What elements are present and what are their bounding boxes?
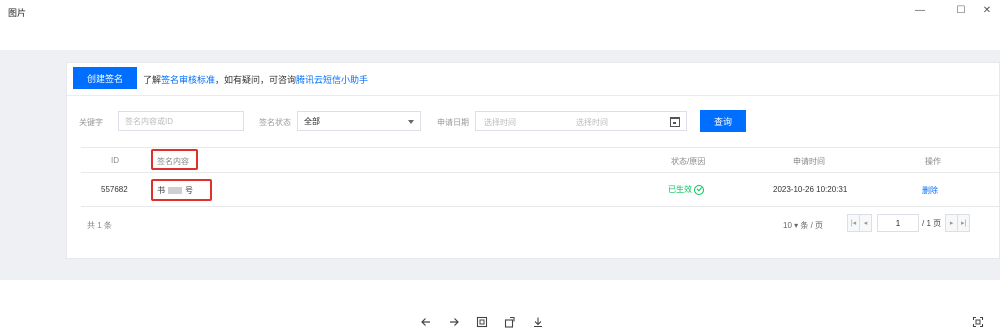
notice-text: 了解签名审核标准，如有疑问，可咨询腾讯云短信小助手 <box>143 73 368 86</box>
status-text: 已生效 <box>668 185 692 194</box>
header-id: ID <box>111 156 119 165</box>
review-standard-link[interactable]: 签名审核标准 <box>161 75 215 85</box>
last-page-icon[interactable]: ▸| <box>957 214 971 232</box>
row-id: 557682 <box>101 185 128 194</box>
fit-screen-icon[interactable] <box>474 314 490 330</box>
create-signature-button[interactable]: 创建签名 <box>73 67 137 89</box>
delete-link[interactable]: 删除 <box>922 185 938 196</box>
header-action: 操作 <box>925 157 941 166</box>
keyword-input[interactable]: 签名内容或ID <box>118 111 244 131</box>
minimize-icon[interactable]: — <box>909 2 931 18</box>
status-select[interactable]: 全部 <box>297 111 421 131</box>
header-status: 状态/原因 <box>671 157 706 166</box>
status-label: 签名状态 <box>259 118 291 127</box>
signature-panel: 创建签名 了解签名审核标准，如有疑问，可咨询腾讯云短信小助手 关键字 签名内容或… <box>66 62 1000 259</box>
notice-prefix: 了解 <box>143 75 162 85</box>
prev-page-icon[interactable]: ◂ <box>859 214 872 232</box>
sms-assistant-link[interactable]: 腾讯云短信小助手 <box>296 75 368 85</box>
maximize-icon[interactable]: ☐ <box>950 2 972 18</box>
table-header: ID 签名内容 状态/原因 申请时间 操作 <box>81 147 1000 173</box>
row-status: 已生效 <box>668 184 704 195</box>
total-count: 共 1 条 <box>87 221 112 230</box>
header-time: 申请时间 <box>793 157 825 166</box>
date-range-picker[interactable]: 选择时间 选择时间 <box>475 111 687 131</box>
end-date-input[interactable]: 选择时间 <box>576 117 608 128</box>
page-input[interactable]: 1 <box>877 214 919 232</box>
highlight-box-header <box>151 149 198 170</box>
status-select-value: 全部 <box>304 116 320 126</box>
arrow-left-icon[interactable] <box>418 314 434 330</box>
check-circle-icon <box>694 184 704 195</box>
date-label: 申请日期 <box>437 118 469 127</box>
pagination: |◂ ◂ 1 / 1 页 ▸ ▸| <box>847 214 971 232</box>
row-time: 2023-10-26 10:20:31 <box>773 185 848 194</box>
calendar-icon[interactable] <box>670 117 680 127</box>
title-bar: 图片 — ☐ ✕ <box>0 0 1000 22</box>
chevron-down-icon <box>408 120 414 124</box>
download-icon[interactable] <box>530 314 546 330</box>
start-date-input[interactable]: 选择时间 <box>484 117 516 128</box>
page-size-select[interactable]: 10 ▾ 条 / 页 <box>783 220 823 231</box>
page-total: / 1 页 <box>922 218 942 228</box>
notice-middle: ，如有疑问，可咨询 <box>215 75 297 85</box>
table-row: 557682 书号 已生效 2023-10-26 10:20:31 删除 <box>81 173 1000 207</box>
divider <box>67 95 1000 96</box>
query-button[interactable]: 查询 <box>700 110 746 132</box>
rotate-icon[interactable] <box>502 314 518 330</box>
close-icon[interactable]: ✕ <box>976 2 998 18</box>
viewer-toolbar <box>0 310 1000 334</box>
keyword-label: 关键字 <box>79 118 103 127</box>
arrow-right-icon[interactable] <box>446 314 462 330</box>
window-title: 图片 <box>8 8 27 18</box>
screenshot-icon[interactable] <box>970 314 986 330</box>
highlight-box-row <box>151 179 212 201</box>
